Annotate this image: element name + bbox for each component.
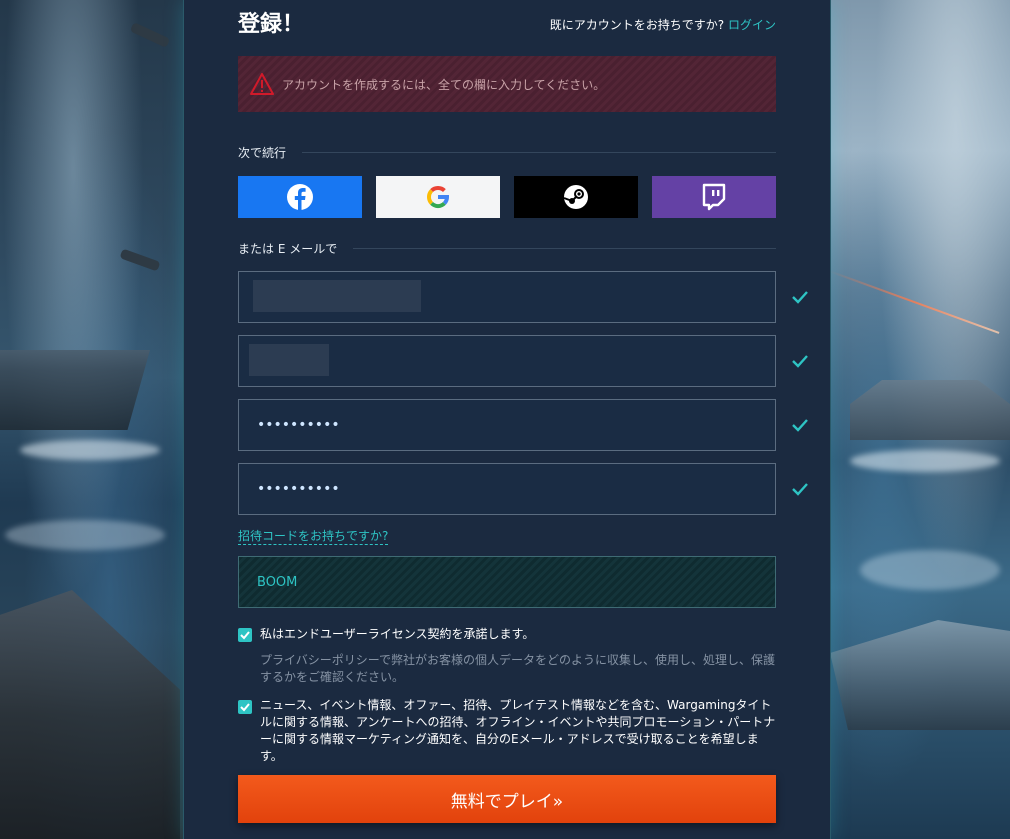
divider xyxy=(302,152,776,153)
login-prompt: 既にアカウントをお持ちですか? ログイン xyxy=(550,16,776,33)
privacy-note: プライバシーポリシーで弊社がお客様の個人データをどのように収集し、使用し、処理し… xyxy=(260,653,776,684)
checkmark-icon xyxy=(240,703,250,712)
username-field[interactable] xyxy=(238,335,776,387)
registration-panel: 登録！ 既にアカウントをお持ちですか? ログイン アカウントを作成するには、全て… xyxy=(183,0,831,839)
redacted-username xyxy=(249,344,329,376)
valid-check-icon xyxy=(792,291,808,304)
valid-check-icon xyxy=(792,483,808,496)
steam-icon xyxy=(563,185,588,209)
marketing-checkbox[interactable] xyxy=(238,700,252,714)
invite-code-link[interactable]: 招待コードをお持ちですか? xyxy=(238,527,389,545)
warship-art xyxy=(850,380,1010,440)
wave-splash xyxy=(850,450,1000,472)
password-field[interactable]: •••••••••• xyxy=(238,399,776,451)
wave-splash xyxy=(860,550,1000,590)
social-section-text: 次で続行 xyxy=(238,146,287,160)
eula-checkbox[interactable] xyxy=(238,628,252,642)
login-link[interactable]: ログイン xyxy=(728,18,776,32)
invite-code-input[interactable] xyxy=(239,557,775,607)
google-button[interactable] xyxy=(376,176,500,218)
email-section-label: または E メールで xyxy=(238,240,776,257)
eula-label: 私はエンドユーザーライセンス契約を承諾します。 xyxy=(260,627,535,641)
checkmark-icon xyxy=(240,631,250,640)
valid-check-icon xyxy=(792,355,808,368)
page-title: 登録！ xyxy=(238,12,305,37)
warning-icon xyxy=(250,73,274,95)
steam-button[interactable] xyxy=(514,176,638,218)
error-message-box: アカウントを作成するには、全ての欄に入力してください。 xyxy=(238,56,776,112)
divider xyxy=(353,248,776,249)
email-section-text: または E メールで xyxy=(238,242,338,256)
wave-splash xyxy=(20,440,160,460)
valid-check-icon xyxy=(792,419,808,432)
google-icon xyxy=(427,186,449,209)
login-prompt-text: 既にアカウントをお持ちですか? xyxy=(549,18,725,32)
twitch-icon xyxy=(702,183,726,211)
play-free-button[interactable]: 無料でプレイ» xyxy=(238,775,776,823)
wave-splash xyxy=(5,520,165,550)
password-confirm-field[interactable]: •••••••••• xyxy=(238,463,776,515)
marketing-label: ニュース、イベント情報、オファー、招待、プレイテスト情報などを含む、Wargam… xyxy=(260,698,776,763)
password-confirm-mask: •••••••••• xyxy=(257,481,340,497)
email-field[interactable] xyxy=(238,271,776,323)
social-section-label: 次で続行 xyxy=(238,144,776,161)
facebook-icon xyxy=(287,184,313,210)
redacted-email xyxy=(253,280,421,312)
password-mask: •••••••••• xyxy=(257,417,340,433)
invite-code-field[interactable] xyxy=(238,556,776,608)
error-text: アカウントを作成するには、全ての欄に入力してください。 xyxy=(282,77,606,92)
facebook-button[interactable] xyxy=(238,176,362,218)
twitch-button[interactable] xyxy=(652,176,776,218)
